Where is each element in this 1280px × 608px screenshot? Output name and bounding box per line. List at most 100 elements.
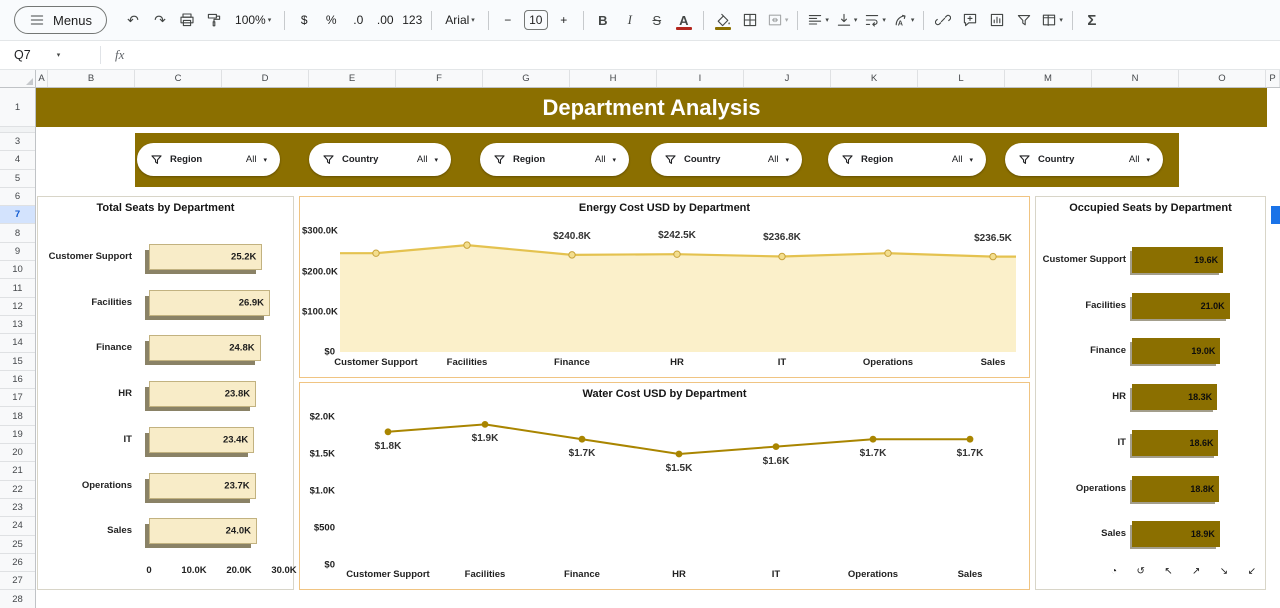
font-size-input[interactable]: 10 xyxy=(524,10,548,30)
column-header-G[interactable]: G xyxy=(483,70,570,87)
row-header-21[interactable]: 21 xyxy=(0,462,35,480)
column-header-O[interactable]: O xyxy=(1179,70,1266,87)
column-header-C[interactable]: C xyxy=(135,70,222,87)
text-color-button[interactable]: A xyxy=(671,7,697,33)
chart-water-cost-panel[interactable]: Water Cost USD by Department$2.0K$1.5K$1… xyxy=(299,382,1030,590)
row-header-23[interactable]: 23 xyxy=(0,499,35,517)
borders-button[interactable] xyxy=(737,7,763,33)
slicer-value: All xyxy=(1129,154,1140,165)
insert-chart-button[interactable] xyxy=(984,7,1010,33)
row-header-22[interactable]: 22 xyxy=(0,481,35,499)
column-header-D[interactable]: D xyxy=(222,70,309,87)
row-header-28[interactable]: 28 xyxy=(0,590,35,608)
row-header-25[interactable]: 25 xyxy=(0,536,35,554)
row-header-8[interactable]: 8 xyxy=(0,224,35,242)
row-header-9[interactable]: 9 xyxy=(0,243,35,261)
text-rotation-button[interactable]: A▾ xyxy=(890,7,918,33)
column-header-N[interactable]: N xyxy=(1092,70,1179,87)
row-header-7[interactable]: 7 xyxy=(0,206,35,224)
paint-format-button[interactable] xyxy=(201,7,227,33)
row-header-13[interactable]: 13 xyxy=(0,316,35,334)
row-header-15[interactable]: 15 xyxy=(0,353,35,371)
text-wrap-button[interactable]: ▾ xyxy=(861,7,889,33)
format-currency-button[interactable]: $ xyxy=(291,7,317,33)
slicer-country-2[interactable]: CountryAll▾ xyxy=(309,143,451,176)
decrease-font-size-button[interactable]: − xyxy=(495,7,521,33)
row-header-3[interactable]: 3 xyxy=(0,133,35,151)
slicer-region-1[interactable]: RegionAll▾ xyxy=(137,143,280,176)
row-header-4[interactable]: 4 xyxy=(0,151,35,169)
chart-total-seats-panel[interactable]: Total Seats by DepartmentCustomer Suppor… xyxy=(37,196,294,590)
chart-energy-cost-panel[interactable]: Energy Cost USD by Department$300.0K$200… xyxy=(299,196,1030,378)
spreadsheet-app: Menus↶↷100%▾$%.0.00123Arial▾−10+BISA▾▾▾▾… xyxy=(0,0,1280,608)
format-percent-button[interactable]: % xyxy=(318,7,344,33)
redo-button[interactable]: ↷ xyxy=(147,7,173,33)
decrease-decimals-button[interactable]: .0 xyxy=(345,7,371,33)
column-header-K[interactable]: K xyxy=(831,70,918,87)
row-header-11[interactable]: 11 xyxy=(0,279,35,297)
name-box[interactable]: Q7 ▾ xyxy=(0,41,100,69)
row-header-12[interactable]: 12 xyxy=(0,298,35,316)
formula-bar-divider xyxy=(100,46,101,64)
create-filter-button[interactable] xyxy=(1011,7,1037,33)
menus-button[interactable]: Menus xyxy=(14,6,107,34)
increase-decimals-button[interactable]: .00 xyxy=(372,7,398,33)
row-header-1[interactable]: 1 xyxy=(0,88,35,127)
slicer-country-4[interactable]: CountryAll▾ xyxy=(651,143,802,176)
column-header-I[interactable]: I xyxy=(657,70,744,87)
formula-input[interactable] xyxy=(138,41,1280,69)
column-header-P[interactable]: P xyxy=(1266,70,1280,87)
row-header-16[interactable]: 16 xyxy=(0,371,35,389)
more-formats-button[interactable]: 123 xyxy=(399,7,425,33)
chart-occupied-seats-panel[interactable]: Occupied Seats by DepartmentCustomer Sup… xyxy=(1035,196,1266,590)
column-header-H[interactable]: H xyxy=(570,70,657,87)
row-header-10[interactable]: 10 xyxy=(0,261,35,279)
increase-font-size-button-label: + xyxy=(560,13,567,27)
row-header-20[interactable]: 20 xyxy=(0,444,35,462)
row-header-27[interactable]: 27 xyxy=(0,572,35,590)
slicer-country-6[interactable]: CountryAll▾ xyxy=(1005,143,1163,176)
formula-bar: Q7 ▾ fx xyxy=(0,40,1280,70)
row-header-6[interactable]: 6 xyxy=(0,188,35,206)
bold-button[interactable]: B xyxy=(590,7,616,33)
column-header-L[interactable]: L xyxy=(918,70,1005,87)
row-header-14[interactable]: 14 xyxy=(0,334,35,352)
bar: 24.8K xyxy=(149,335,261,361)
x-axis-label: Facilities xyxy=(465,569,506,580)
row-header-5[interactable]: 5 xyxy=(0,170,35,188)
strikethrough-button[interactable]: S xyxy=(644,7,670,33)
column-header-E[interactable]: E xyxy=(309,70,396,87)
row-header-24[interactable]: 24 xyxy=(0,517,35,535)
column-header-F[interactable]: F xyxy=(396,70,483,87)
row-header-17[interactable]: 17 xyxy=(0,389,35,407)
row-header-26[interactable]: 26 xyxy=(0,554,35,572)
zoom-dropdown[interactable]: 100%▾ xyxy=(228,7,278,33)
dashboard-title-banner[interactable]: Department Analysis xyxy=(36,88,1267,127)
column-header-B[interactable]: B xyxy=(48,70,135,87)
row-header-19[interactable]: 19 xyxy=(0,426,35,444)
slicer-label: Region xyxy=(170,154,202,165)
table-views-button[interactable]: ▾ xyxy=(1038,7,1066,33)
font-dropdown[interactable]: Arial▾ xyxy=(438,7,482,33)
redo-icon: ↷ xyxy=(154,12,166,29)
undo-button[interactable]: ↶ xyxy=(120,7,146,33)
horizontal-align-button[interactable]: ▾ xyxy=(804,7,832,33)
column-header-M[interactable]: M xyxy=(1005,70,1092,87)
column-header-J[interactable]: J xyxy=(744,70,831,87)
functions-button[interactable]: Σ xyxy=(1079,7,1105,33)
row-header-18[interactable]: 18 xyxy=(0,407,35,425)
increase-font-size-button[interactable]: + xyxy=(551,7,577,33)
insert-comment-button[interactable] xyxy=(957,7,983,33)
insert-link-button[interactable] xyxy=(930,7,956,33)
italic-button[interactable]: I xyxy=(617,7,643,33)
slicer-region-3[interactable]: RegionAll▾ xyxy=(480,143,629,176)
print-button[interactable] xyxy=(174,7,200,33)
vertical-align-button[interactable]: ▾ xyxy=(833,7,861,33)
merge-cells-button[interactable]: ▾ xyxy=(764,7,792,33)
fill-color-button[interactable] xyxy=(710,7,736,33)
column-header-A[interactable]: A xyxy=(36,70,48,87)
slicer-region-5[interactable]: RegionAll▾ xyxy=(828,143,986,176)
select-all-corner[interactable] xyxy=(0,70,36,88)
text-color-swatch xyxy=(676,27,692,30)
bold-button-label: B xyxy=(598,13,607,28)
